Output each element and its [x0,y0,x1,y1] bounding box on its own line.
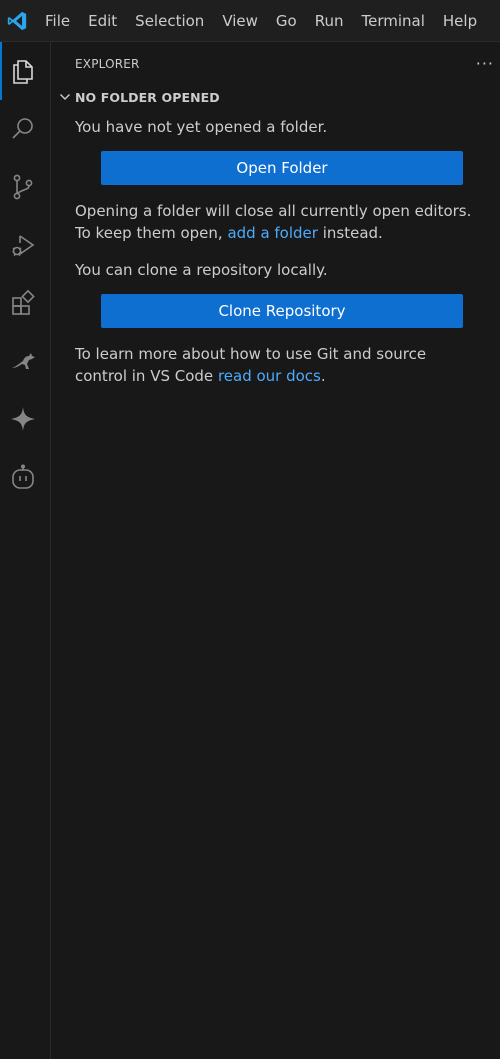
clone-repository-button[interactable]: Clone Repository [101,294,463,328]
activity-kangaroo[interactable] [0,332,46,390]
activity-explorer[interactable] [0,42,46,100]
explorer-sidebar: EXPLORER ··· NO FOLDER OPENED You have n… [52,42,500,1059]
section-header-no-folder[interactable]: NO FOLDER OPENED [52,85,500,109]
menu-help[interactable]: Help [434,0,486,42]
source-control-icon [13,174,33,200]
vscode-logo-icon [0,0,34,42]
clone-message: You can clone a repository locally. [75,261,328,279]
menu-view[interactable]: View [213,0,267,42]
sidebar-title: EXPLORER [75,57,140,71]
chevron-down-icon [60,94,70,100]
no-folder-message: You have not yet opened a folder. [75,118,328,136]
docs-message: To learn more about how to use Git and s… [75,343,476,387]
open-folder-button[interactable]: Open Folder [101,151,463,185]
sparkle-icon [11,407,35,431]
activity-sparkle[interactable] [0,390,46,448]
title-bar: File Edit Selection View Go Run Terminal… [0,0,500,42]
activity-bar [0,42,51,1059]
menu-terminal[interactable]: Terminal [353,0,434,42]
extensions-icon [12,289,35,315]
more-actions-icon[interactable]: ··· [476,56,494,72]
run-debug-icon [12,235,35,257]
section-title: NO FOLDER OPENED [75,89,220,105]
activity-source-control[interactable] [0,158,46,216]
activity-extensions[interactable] [0,274,46,332]
activity-search[interactable] [0,100,46,158]
menu-file[interactable]: File [34,0,79,42]
add-folder-link[interactable]: add a folder [227,224,318,242]
menu-run[interactable]: Run [306,0,353,42]
welcome-view: You have not yet opened a folder. Open F… [52,116,500,387]
menu-selection[interactable]: Selection [126,0,213,42]
close-editors-message: Opening a folder will close all currentl… [75,200,476,244]
activity-copilot[interactable] [0,448,46,506]
docs-text-post: . [320,367,326,385]
read-docs-link[interactable]: read our docs [218,367,321,385]
activity-run-debug[interactable] [0,216,46,274]
kangaroo-icon [12,353,35,369]
explorer-icon [13,60,33,84]
close-editors-text-post: instead. [317,224,383,242]
sidebar-header: EXPLORER ··· [52,42,500,86]
menu-bar: File Edit Selection View Go Run Terminal… [34,0,486,42]
menu-edit[interactable]: Edit [79,0,126,42]
copilot-icon [12,464,34,489]
menu-go[interactable]: Go [267,0,306,42]
search-icon [12,118,33,139]
